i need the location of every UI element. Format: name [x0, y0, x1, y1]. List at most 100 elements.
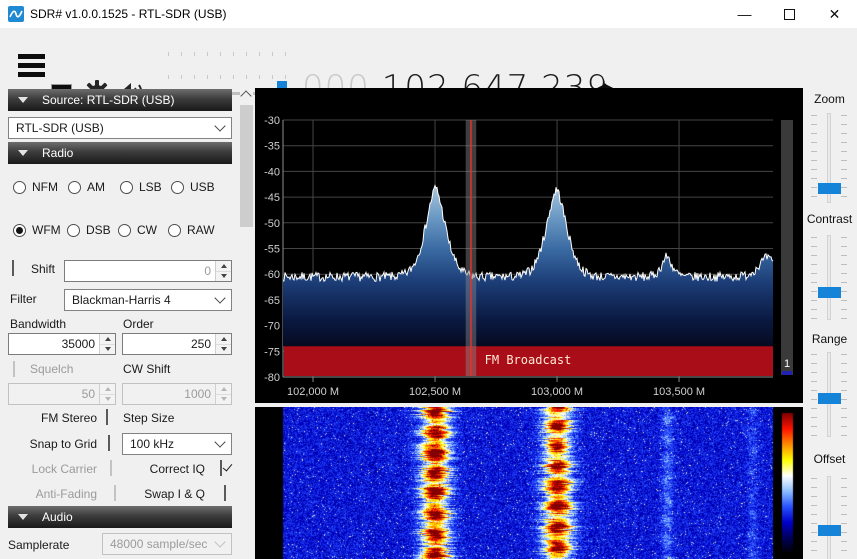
scrollbar-thumb[interactable] [240, 105, 253, 227]
shift-checkbox[interactable] [12, 260, 14, 276]
collapse-triangle-icon [18, 150, 28, 156]
shift-spinner[interactable]: 0 [64, 260, 232, 282]
filter-select[interactable]: Blackman-Harris 4 [64, 289, 232, 311]
squelch-checkbox[interactable] [13, 361, 15, 377]
radio-usb[interactable] [171, 180, 184, 194]
radio-nfm[interactable] [13, 180, 26, 194]
chevron-down-icon [214, 120, 226, 132]
radio-panel-title: Radio [42, 146, 74, 160]
svg-text:-55: -55 [264, 244, 280, 256]
source-panel-title: Source: RTL-SDR (USB) [42, 93, 175, 107]
zoom-slider-handle[interactable] [818, 182, 841, 194]
correct-iq-label: Correct IQ [149, 462, 205, 476]
swap-iq-checkbox[interactable] [224, 485, 226, 501]
svg-text:-65: -65 [264, 295, 280, 307]
range-slider-handle[interactable] [818, 392, 841, 404]
order-spinner[interactable]: 250 [122, 333, 232, 355]
source-device-select[interactable]: RTL-SDR (USB) [8, 117, 232, 139]
fm-stereo-checkbox[interactable] [106, 409, 108, 425]
step-size-label: Step Size [123, 411, 175, 425]
snap-to-grid-label: Snap to Grid [29, 437, 97, 451]
mode-dsb: DSB [67, 223, 111, 237]
menu-button[interactable] [0, 28, 50, 88]
contrast-slider[interactable] [827, 235, 831, 320]
svg-text:102,500 M: 102,500 M [409, 386, 461, 398]
correct-iq-checkbox[interactable] [220, 460, 222, 476]
close-button[interactable]: ✕ [812, 0, 857, 28]
maximize-button[interactable] [767, 0, 812, 28]
spectrum-panel: -30 -35 -40 -45 -50 -55 -60 -65 -70 -75 -80 102,000… [255, 88, 803, 403]
radio-wfm[interactable] [13, 223, 26, 237]
hamburger-icon [18, 54, 45, 59]
mode-am: AM [68, 180, 105, 194]
title-bar[interactable]: SDR# v1.0.0.1525 - RTL-SDR (USB) — ✕ [0, 0, 857, 28]
audio-panel-header[interactable]: Audio [8, 506, 232, 528]
radio-am[interactable] [68, 180, 81, 194]
volume-ticks-top [168, 52, 290, 56]
mode-nfm: NFM [13, 180, 58, 194]
radio-raw[interactable] [168, 223, 181, 237]
bandwidth-label: Bandwidth [10, 317, 67, 331]
app-logo-icon [8, 6, 24, 22]
chevron-down-icon [214, 536, 226, 548]
volume-ticks-bottom [168, 75, 290, 79]
mode-usb: USB [171, 180, 215, 194]
svg-text:103,000 M: 103,000 M [531, 386, 583, 398]
mode-raw: RAW [168, 223, 215, 237]
samplerate-select: 48000 sample/sec [102, 533, 232, 555]
maximize-icon [784, 8, 795, 20]
radio-panel-header[interactable]: Radio [8, 142, 232, 164]
squelch-spinner: 50 [8, 383, 116, 405]
svg-text:-45: -45 [264, 192, 280, 204]
collapse-triangle-icon [18, 97, 28, 103]
radio-cw[interactable] [118, 223, 131, 237]
svg-text:-50: -50 [264, 218, 280, 230]
range-slider-label: Range [811, 332, 848, 346]
source-panel-header[interactable]: Source: RTL-SDR (USB) [8, 89, 232, 111]
cw-shift-label: CW Shift [123, 362, 171, 376]
offset-slider[interactable] [827, 476, 831, 559]
scroll-up-icon[interactable] [240, 90, 252, 102]
spectrum-display[interactable]: -30 -35 -40 -45 -50 -55 -60 -65 -70 -75 -80 102,000… [255, 88, 803, 403]
offset-slider-handle[interactable] [818, 524, 841, 536]
svg-text:-30: -30 [264, 115, 280, 127]
radio-dsb[interactable] [67, 223, 80, 237]
contrast-slider-handle[interactable] [818, 286, 841, 298]
svg-text:-40: -40 [264, 166, 280, 178]
svg-text:1: 1 [784, 358, 790, 370]
audio-panel-title: Audio [42, 510, 73, 524]
waterfall-panel [255, 407, 803, 559]
fm-stereo-label: FM Stereo [40, 411, 97, 425]
contrast-slider-label: Contrast [806, 212, 853, 226]
svg-text:103,500 M: 103,500 M [653, 386, 705, 398]
svg-text:102,000 M: 102,000 M [287, 386, 339, 398]
bandwidth-spinner[interactable]: 35000 [8, 333, 116, 355]
svg-text:-80: -80 [264, 372, 280, 384]
snap-to-grid-checkbox[interactable] [108, 435, 110, 451]
close-icon: ✕ [828, 5, 841, 22]
chevron-down-icon [214, 436, 226, 448]
svg-text:-70: -70 [264, 321, 280, 333]
shift-label: Shift [31, 262, 56, 276]
spin-down-icon[interactable] [216, 271, 231, 281]
filter-label: Filter [10, 292, 37, 306]
waterfall-display[interactable] [255, 407, 803, 559]
order-label: Order [123, 317, 154, 331]
svg-text:-75: -75 [264, 346, 280, 358]
toolbar: 000.102.647.239 ◀▶ [0, 28, 857, 108]
sidebar-scrollbar[interactable] [240, 88, 253, 559]
svg-text:-35: -35 [264, 141, 280, 153]
collapse-triangle-icon [18, 514, 28, 520]
svg-text:-60: -60 [264, 269, 280, 281]
cw-shift-spinner: 1000 [122, 383, 232, 405]
svg-text:FM Broadcast: FM Broadcast [485, 353, 572, 367]
radio-lsb[interactable] [120, 180, 133, 194]
mode-cw: CW [118, 223, 157, 237]
mode-lsb: LSB [120, 180, 162, 194]
samplerate-label: Samplerate [8, 538, 70, 552]
minimize-button[interactable]: — [722, 0, 767, 28]
offset-slider-label: Offset [813, 452, 846, 466]
mode-wfm: WFM [13, 223, 61, 237]
step-size-select[interactable]: 100 kHz [122, 433, 232, 455]
spin-up-icon[interactable] [216, 261, 231, 272]
